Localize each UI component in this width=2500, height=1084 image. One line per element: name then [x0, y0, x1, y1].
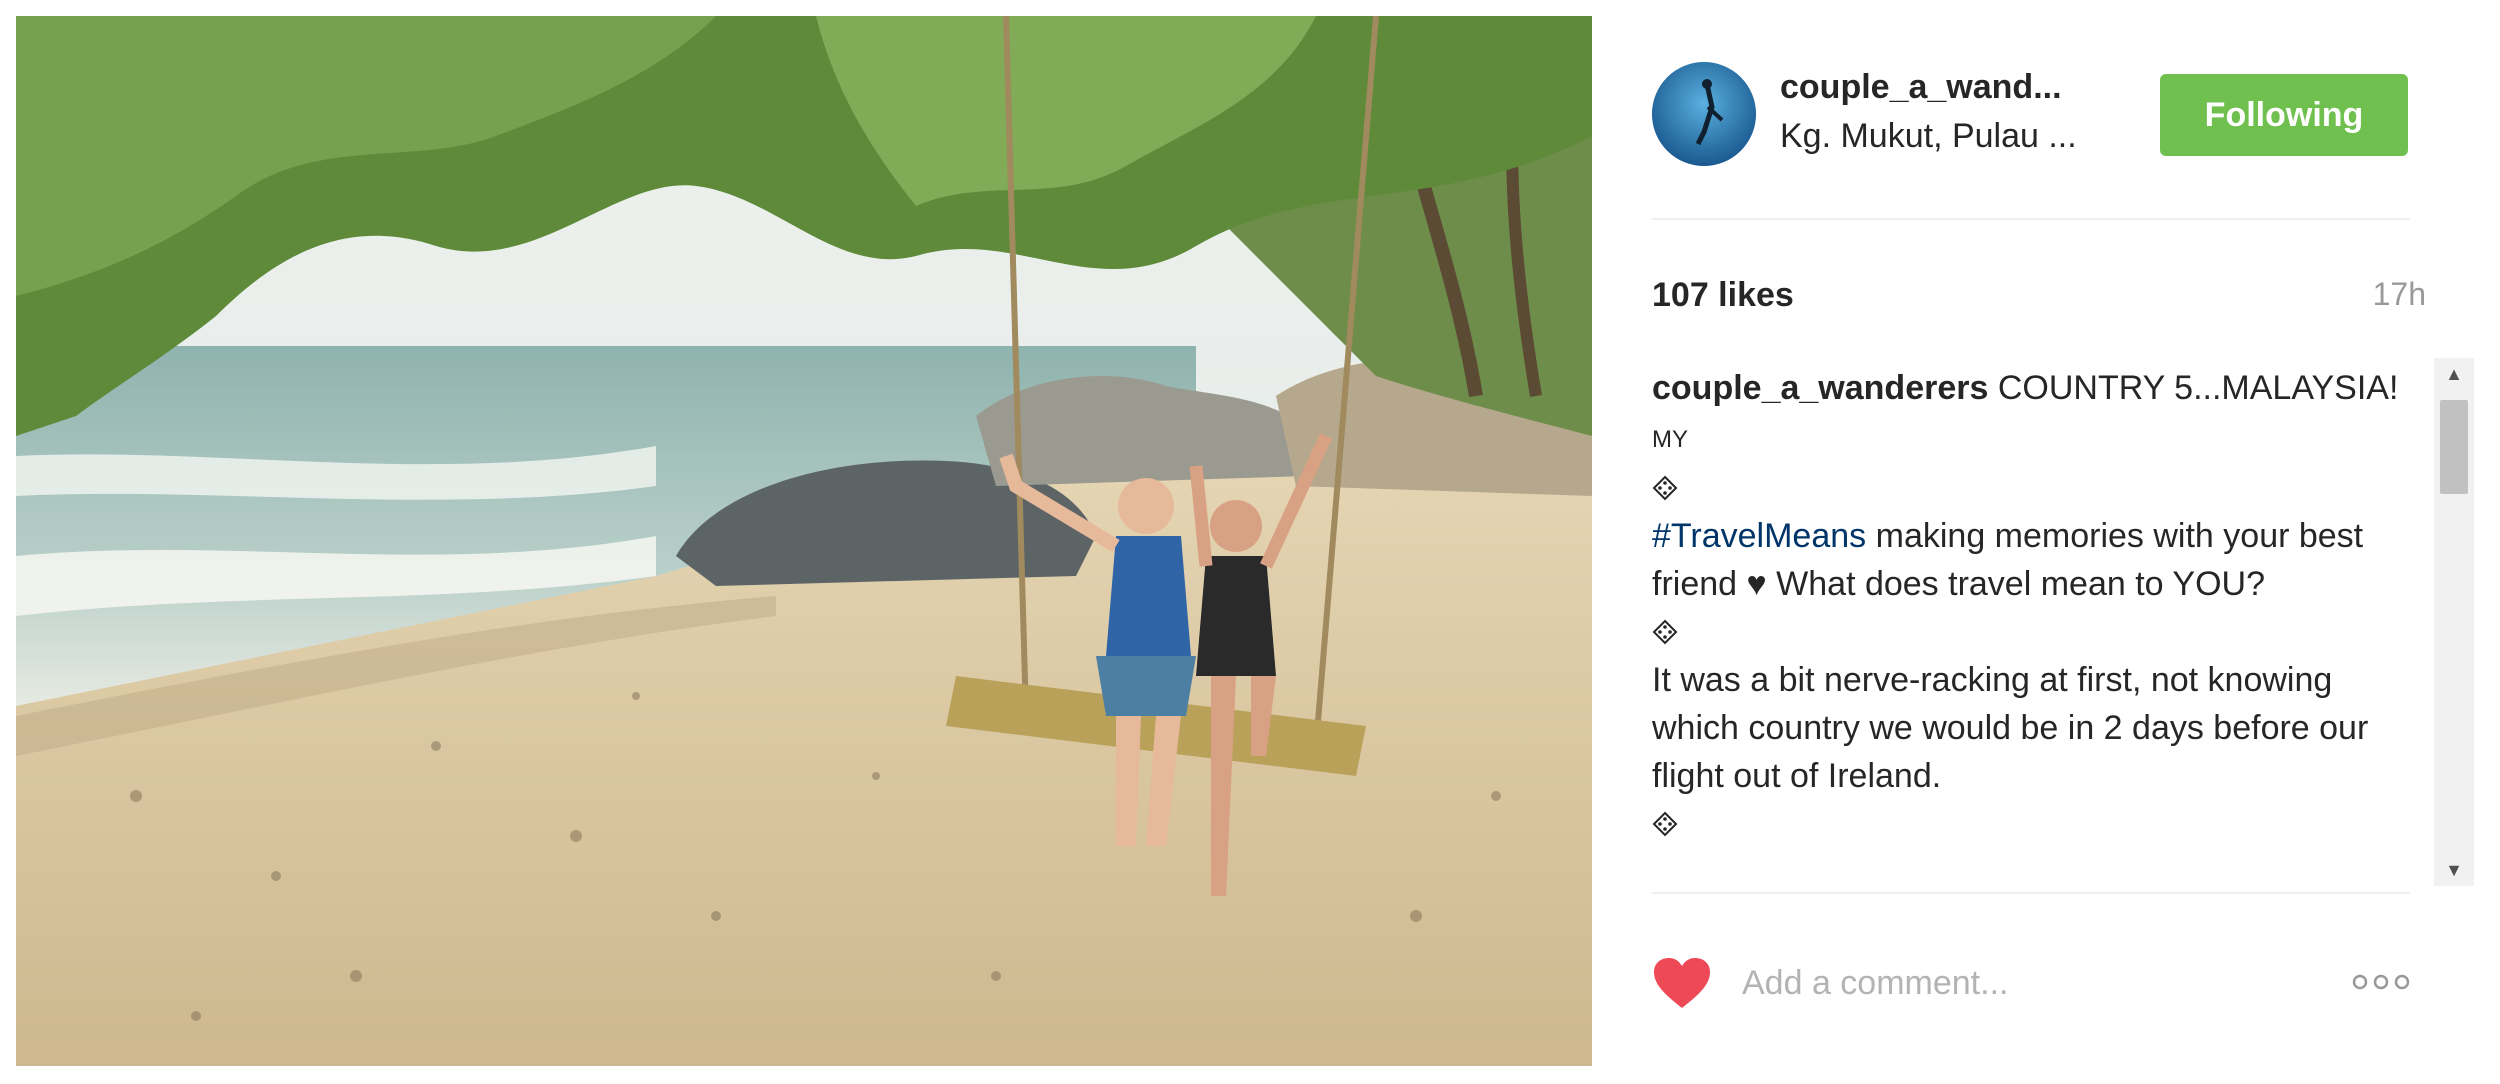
separator	[1652, 800, 2422, 848]
more-options-icon[interactable]	[2350, 970, 2412, 994]
scroll-thumb[interactable]	[2440, 400, 2468, 494]
flag-my: MY	[1652, 426, 1688, 453]
diamond-separator-icon	[1652, 619, 1678, 645]
separator	[1652, 608, 2422, 656]
caption-username[interactable]: couple_a_wanderers	[1652, 369, 1988, 407]
caption-container: couple_a_wanderers COUNTRY 5...MALAYSIA!…	[1652, 364, 2422, 886]
likes-count[interactable]: 107 likes	[1652, 276, 1794, 315]
scroll-down-arrow-icon[interactable]: ▼	[2434, 854, 2474, 886]
post-time[interactable]: 17h	[2373, 276, 2426, 313]
diamond-separator-icon	[1652, 475, 1678, 501]
post-header: couple_a_wand... Kg. Mukut, Pulau ... Fo…	[1652, 60, 2456, 172]
caption-scrollbar[interactable]: ▲ ▼	[2434, 358, 2474, 886]
caption-line-1: COUNTRY 5...MALAYSIA!	[1997, 369, 2399, 407]
hashtag-link[interactable]: #TravelMeans	[1652, 517, 1866, 555]
avatar[interactable]	[1652, 62, 1756, 166]
post-photo[interactable]	[16, 16, 1592, 1066]
following-button[interactable]: Following	[2160, 74, 2408, 156]
heart-emoji: ♥	[1746, 565, 1767, 603]
location-link[interactable]: Kg. Mukut, Pulau ...	[1780, 117, 2077, 156]
comment-input[interactable]	[1742, 950, 2302, 1016]
caption-line-4: It was a bit nerve-racking at first, not…	[1652, 661, 2369, 795]
heart-icon[interactable]	[1652, 956, 1712, 1010]
beach-swing-photo	[16, 16, 1592, 1066]
caption-line-3: What does travel mean to YOU?	[1776, 565, 2265, 603]
diamond-separator-icon	[1652, 811, 1678, 837]
scroll-up-arrow-icon[interactable]: ▲	[2434, 358, 2474, 390]
divider	[1652, 892, 2410, 894]
separator	[1652, 464, 2422, 512]
post-details-panel: couple_a_wand... Kg. Mukut, Pulau ... Fo…	[1592, 0, 2500, 1084]
divider	[1652, 218, 2410, 220]
diver-avatar-icon	[1652, 62, 1756, 166]
caption-text: couple_a_wanderers COUNTRY 5...MALAYSIA!…	[1652, 364, 2422, 848]
username-link[interactable]: couple_a_wand...	[1780, 68, 2062, 107]
